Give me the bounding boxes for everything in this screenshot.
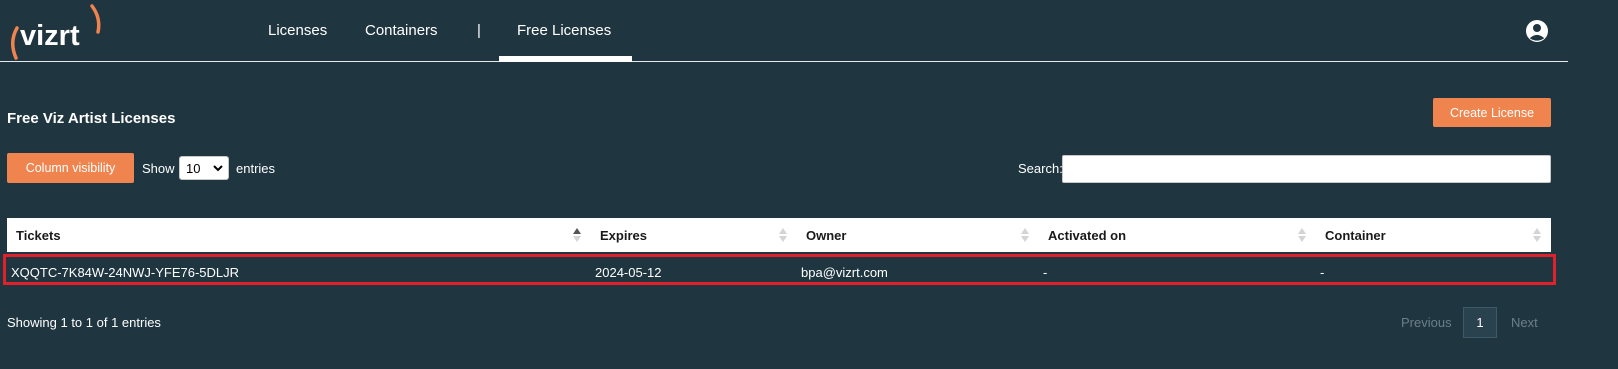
svg-text:vizrt: vizrt (20, 20, 80, 52)
vizrt-logo[interactable]: vizrt (4, 2, 104, 60)
page-title: Free Viz Artist Licenses (7, 110, 176, 127)
nav-active-indicator (499, 56, 632, 62)
sort-icon (1021, 228, 1029, 242)
column-visibility-button[interactable]: Column visibility (7, 153, 134, 183)
user-circle-icon[interactable] (1525, 19, 1549, 43)
cell-ticket: XQQTC-7K84W-24NWJ-YFE76-5DLJR (11, 265, 240, 280)
nav-free-licenses[interactable]: Free Licenses (517, 22, 611, 39)
sort-icon (1533, 228, 1541, 242)
sort-icon (1298, 228, 1306, 242)
table-header: Tickets Expires Owner Activated on Conta… (7, 218, 1551, 252)
table-row[interactable]: XQQTC-7K84W-24NWJ-YFE76-5DLJR 2024-05-12… (3, 254, 1556, 285)
show-label: Show (142, 161, 175, 176)
cell-expires: 2024-05-12 (595, 265, 662, 280)
entries-label: entries (236, 161, 276, 176)
chevron-down-icon (213, 165, 223, 172)
pagination-page[interactable]: 1 (1463, 307, 1497, 338)
entries-select-value: 10 (186, 160, 201, 176)
pagination-next[interactable]: Next (1511, 315, 1538, 330)
column-header-expires[interactable]: Expires (591, 218, 797, 252)
column-header-activated-on[interactable]: Activated on (1039, 218, 1316, 252)
column-header-container[interactable]: Container (1316, 218, 1551, 252)
pagination-previous[interactable]: Previous (1401, 315, 1452, 330)
cell-activated-on: - (1043, 265, 1048, 280)
nav-containers[interactable]: Containers (365, 22, 438, 39)
table-info: Showing 1 to 1 of 1 entries (7, 315, 161, 330)
column-header-tickets[interactable]: Tickets (7, 218, 591, 252)
nav-separator: | (477, 22, 481, 39)
create-license-button[interactable]: Create License (1433, 98, 1551, 127)
entries-per-page-select[interactable]: 10 (179, 156, 229, 180)
top-navbar: vizrt Licenses Containers | Free License… (0, 0, 1568, 62)
sort-ascending-icon (573, 228, 581, 242)
nav-licenses[interactable]: Licenses (268, 22, 327, 39)
search-input[interactable] (1062, 155, 1551, 183)
cell-container: - (1320, 265, 1325, 280)
cell-owner: bpa@vizrt.com (801, 265, 888, 280)
column-header-owner[interactable]: Owner (797, 218, 1039, 252)
sort-icon (779, 228, 787, 242)
search-label: Search: (1018, 161, 1063, 176)
